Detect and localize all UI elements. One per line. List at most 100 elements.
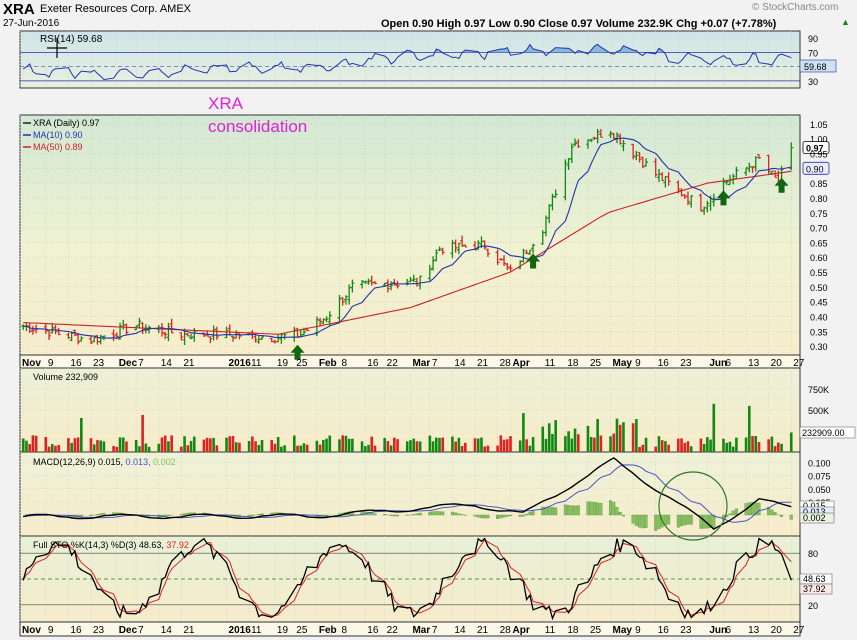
volume-bar [231, 435, 235, 452]
volume-bar [280, 446, 283, 452]
x-tick-label-bottom: 14 [454, 625, 466, 636]
x-tick-label: 11 [251, 358, 262, 369]
macd-histogram-bar [373, 513, 377, 516]
volume-bar [341, 435, 344, 452]
volume-bar [386, 441, 390, 452]
volume-bar [112, 445, 115, 452]
volume-bar [21, 438, 25, 452]
macd-histogram-bar [683, 514, 687, 526]
macd-histogram-bar [531, 511, 535, 516]
volume-bar [212, 437, 215, 452]
macd-histogram-bar [383, 514, 387, 516]
volume-bar [699, 438, 703, 452]
volume-bar [618, 424, 622, 452]
macd-histogram-bar [370, 512, 374, 516]
x-tick-label: 16 [658, 358, 670, 369]
volume-bar [296, 445, 299, 452]
volume-bar [302, 443, 306, 452]
macd-histogram-bar [396, 514, 400, 517]
volume-bar [276, 437, 280, 452]
volume-bar [660, 440, 664, 452]
volume-bar [644, 437, 648, 452]
volume-bar [686, 441, 690, 452]
volume-bar [360, 441, 364, 452]
x-tick-label-bottom: Apr [513, 625, 530, 636]
volume-bar [118, 437, 122, 452]
volume-bar [405, 441, 409, 452]
volume-bar [257, 444, 261, 452]
volume-bar [234, 442, 238, 452]
volume-bar [322, 440, 325, 452]
macd-histogram-bar [641, 514, 645, 529]
volume-bar [57, 444, 61, 452]
x-tick-label-bottom: 25 [590, 625, 602, 636]
volume-bar [415, 441, 419, 452]
macd-histogram-bar [599, 503, 603, 516]
volume-bar [654, 446, 658, 452]
volume-bar [428, 435, 432, 452]
volume-bar [73, 438, 77, 452]
volume-bar [431, 441, 435, 452]
volume-bar [667, 444, 670, 452]
volume-title: Volume 232,909 [33, 372, 98, 382]
x-tick-label-bottom: 11 [545, 625, 556, 636]
macd-histogram-bar [676, 514, 680, 528]
volume-bar [170, 435, 173, 452]
macd-histogram-bar [412, 514, 416, 516]
macd-histogram-bar [428, 511, 432, 516]
macd-legend-hist: 0.002 [153, 457, 176, 467]
volume-bar [189, 440, 193, 452]
macd-histogram-bar [631, 514, 635, 524]
macd-histogram-bar [454, 512, 458, 516]
volume-bar [180, 446, 183, 452]
sto-tick-label: 80 [808, 549, 818, 559]
volume-bar [731, 446, 735, 452]
x-tick-label: Jun [709, 358, 727, 369]
macd-histogram-bar [392, 514, 396, 517]
volume-bar [292, 435, 296, 452]
sto-value-label: 37.92 [803, 584, 826, 594]
macd-histogram-bar [573, 505, 577, 516]
macd-histogram-bar [441, 511, 445, 516]
volume-bar [47, 446, 51, 452]
volume-bar [612, 433, 616, 452]
price-tick-label: 0.75 [810, 209, 828, 219]
volume-bar [76, 437, 80, 452]
price-tick-label: 0.90 [806, 164, 824, 174]
volume-bar [238, 442, 241, 452]
macd-histogram-bar [570, 505, 574, 516]
volume-bar [225, 437, 228, 452]
volume-bar [773, 446, 777, 452]
volume-bar [780, 443, 783, 452]
volume-bar [251, 436, 254, 452]
macd-histogram-bar [654, 514, 658, 531]
price-legend: MA(50) 0.89 [33, 142, 83, 152]
x-tick-label-bottom: 8 [341, 625, 347, 636]
macd-histogram-bar [450, 511, 454, 516]
x-tick-label-bottom: Jun [709, 625, 727, 636]
macd-histogram-bar [780, 514, 784, 517]
macd-histogram-bar [95, 514, 99, 516]
volume-bar [434, 437, 438, 452]
volume-bar [34, 435, 38, 452]
macd-value-label: 0.002 [803, 513, 826, 523]
x-tick-label: 20 [771, 358, 783, 369]
volume-bar [125, 441, 128, 452]
volume-bar [460, 445, 464, 452]
x-tick-label-bottom: May [613, 625, 633, 636]
volume-bar [305, 444, 309, 452]
volume-bar [396, 439, 399, 452]
macd-histogram-bar [589, 501, 593, 516]
price-tick-label: 0.70 [810, 224, 828, 234]
volume-bar [706, 437, 709, 452]
x-tick-label-bottom: 22 [387, 625, 399, 636]
macd-histogram-bar [438, 511, 442, 516]
macd-histogram-bar [686, 514, 690, 525]
volume-bar [689, 446, 693, 452]
volume-bar [270, 440, 274, 452]
volume-bar [631, 423, 635, 452]
volume-bar [589, 437, 593, 452]
volume-bar [722, 438, 725, 452]
macd-histogram-bar [609, 500, 613, 516]
volume-bar [273, 443, 277, 452]
